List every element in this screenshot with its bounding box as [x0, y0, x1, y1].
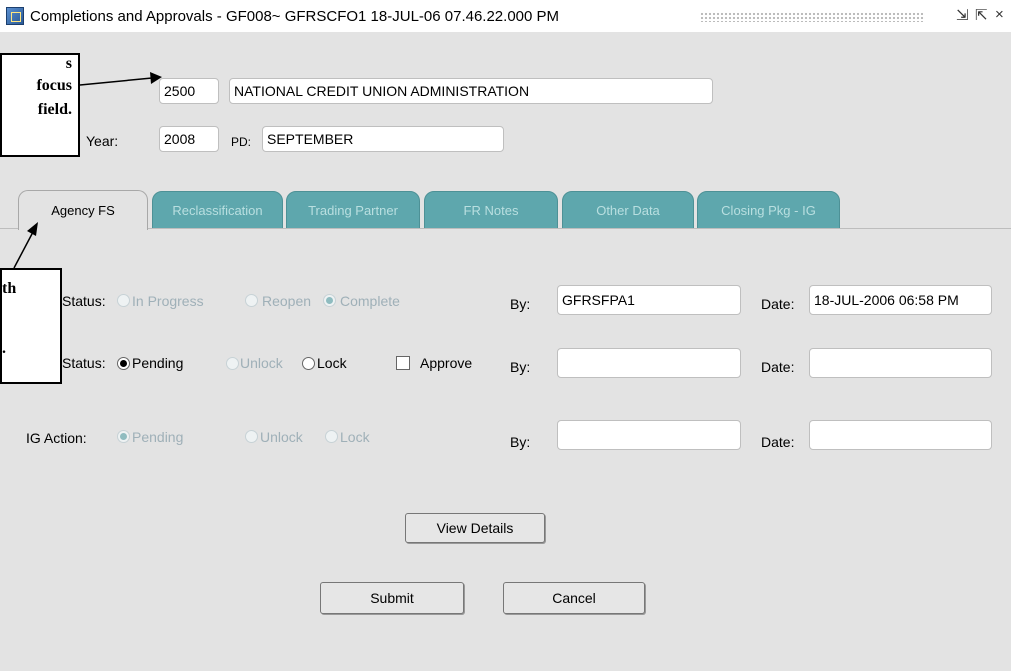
tab-trading-partner[interactable]: Trading Partner	[286, 191, 420, 229]
radio-ig-unlock-label: Unlock	[260, 429, 303, 445]
callout-focus-line-2: focus	[36, 77, 72, 94]
application-window: Completions and Approvals - GF008~ GFRSC…	[0, 0, 1011, 671]
completion-date-label: Date:	[761, 296, 795, 312]
minimize-icon[interactable]: ⇲	[956, 6, 969, 24]
radio-complete-label: Complete	[340, 293, 400, 309]
agency-code-field[interactable]: 2500	[159, 78, 219, 104]
window-title: Completions and Approvals - GF008~ GFRSC…	[30, 8, 560, 25]
year-field[interactable]: 2008	[159, 126, 219, 152]
callout-focus-line-3: field.	[37, 101, 72, 118]
callout-status: th .	[0, 268, 62, 384]
ig-date-field[interactable]	[809, 420, 992, 450]
radio-ig-lock-label: Lock	[340, 429, 370, 445]
tab-reclassification[interactable]: Reclassification	[152, 191, 283, 229]
view-details-button[interactable]: View Details	[405, 513, 545, 543]
ig-date-label: Date:	[761, 434, 795, 450]
approve-checkbox-label: Approve	[420, 355, 473, 371]
approval-by-field[interactable]	[557, 348, 741, 378]
completion-date-field[interactable]: 18-JUL-2006 06:58 PM	[809, 285, 992, 315]
radio-pending[interactable]	[117, 357, 130, 370]
radio-pending-label: Pending	[132, 355, 184, 371]
approval-status-label: Status:	[62, 355, 106, 371]
agency-name-field[interactable]: NATIONAL CREDIT UNION ADMINISTRATION	[229, 78, 713, 104]
approval-by-label: By:	[510, 359, 531, 375]
completion-by-field[interactable]: GFRSFPA1	[557, 285, 741, 315]
radio-in-progress[interactable]	[117, 294, 130, 307]
radio-ig-pending-label: Pending	[132, 429, 184, 445]
tab-other-data[interactable]: Other Data	[562, 191, 694, 229]
pd-label: PD:	[231, 135, 252, 149]
radio-ig-pending[interactable]	[117, 430, 130, 443]
close-icon[interactable]: ×	[995, 6, 1004, 23]
ig-by-field[interactable]	[557, 420, 741, 450]
ig-by-label: By:	[510, 434, 531, 450]
pd-field[interactable]: SEPTEMBER	[262, 126, 504, 152]
tab-closing-pkg-ig[interactable]: Closing Pkg - IG	[697, 191, 840, 229]
year-label: Year:	[86, 133, 119, 149]
tab-agency-fs[interactable]: Agency FS	[18, 190, 148, 230]
radio-in-progress-label: In Progress	[132, 293, 204, 309]
cancel-button[interactable]: Cancel	[503, 582, 645, 614]
completion-by-label: By:	[510, 296, 531, 312]
radio-complete[interactable]	[323, 294, 336, 307]
form-body: 2500 NATIONAL CREDIT UNION ADMINISTRATIO…	[0, 32, 1011, 671]
callout-status-line-1: th	[2, 280, 17, 297]
callout-focus-line-1: s	[65, 55, 72, 72]
title-bar: Completions and Approvals - GF008~ GFRSC…	[0, 0, 1011, 32]
approval-date-label: Date:	[761, 359, 795, 375]
submit-button[interactable]: Submit	[320, 582, 464, 614]
tab-panel-border-left	[0, 228, 18, 229]
radio-unlock-label: Unlock	[240, 355, 283, 371]
radio-lock-label: Lock	[317, 355, 347, 371]
title-bar-grip	[700, 12, 925, 22]
radio-ig-unlock[interactable]	[245, 430, 258, 443]
completion-status-label: Status:	[62, 293, 106, 309]
approve-checkbox[interactable]	[396, 356, 410, 370]
radio-ig-lock[interactable]	[325, 430, 338, 443]
radio-reopen[interactable]	[245, 294, 258, 307]
tab-panel-border	[148, 228, 1011, 229]
radio-lock[interactable]	[302, 357, 315, 370]
maximize-icon[interactable]: ⇱	[975, 6, 988, 24]
callout-status-line-3: .	[2, 340, 6, 357]
ig-action-label: IG Action:	[26, 430, 87, 446]
app-icon	[6, 7, 24, 25]
approval-date-field[interactable]	[809, 348, 992, 378]
radio-unlock[interactable]	[226, 357, 239, 370]
radio-reopen-label: Reopen	[262, 293, 312, 309]
callout-focus-field: s focus field.	[0, 53, 80, 157]
tab-fr-notes[interactable]: FR Notes	[424, 191, 558, 229]
